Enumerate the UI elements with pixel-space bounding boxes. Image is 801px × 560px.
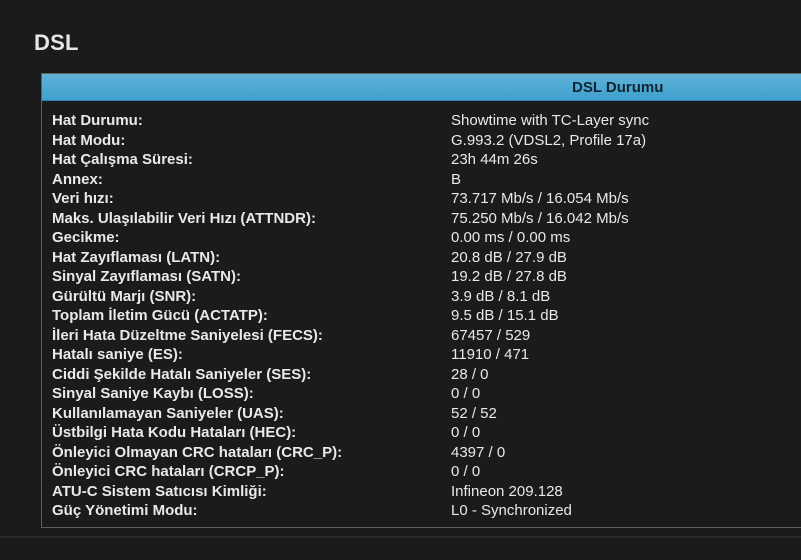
status-row: Sinyal Saniye Kaybı (LOSS): 0 / 0: [52, 384, 792, 404]
status-row: Veri hızı: 73.717 Mb/s / 16.054 Mb/s: [52, 189, 792, 209]
status-value: 0.00 ms / 0.00 ms: [451, 229, 571, 246]
status-label: Üstbilgi Hata Kodu Hataları (HEC):: [52, 424, 297, 441]
status-row: Toplam İletim Gücü (ACTATP): 9.5 dB / 15…: [52, 306, 792, 326]
status-value: 20.8 dB / 27.9 dB: [451, 248, 567, 266]
status-label: Önleyici CRC hataları (CRCP_P):: [52, 463, 285, 480]
status-value: 11910 / 471: [451, 346, 530, 363]
status-label: Önleyici Olmayan CRC hataları (CRC_P):: [52, 443, 343, 461]
status-row: Üstbilgi Hata Kodu Hataları (HEC): 0 / 0: [52, 423, 792, 443]
panel-header-title: DSL Durumu: [572, 79, 664, 96]
status-value: 0 / 0: [451, 463, 481, 480]
status-row: Hat Durumu: Showtime with TC-Layer sync: [52, 111, 792, 131]
status-value: B: [451, 170, 462, 188]
status-value: 52 / 52: [451, 404, 497, 422]
status-row: ATU-C Sistem Satıcısı Kimliği: Infineon …: [52, 482, 792, 502]
status-label: Kullanılamayan Saniyeler (UAS):: [52, 404, 284, 422]
status-label: Toplam İletim Gücü (ACTATP):: [52, 307, 268, 324]
status-row: Kullanılamayan Saniyeler (UAS): 52 / 52: [52, 404, 792, 424]
status-row: Maks. Ulaşılabilir Veri Hızı (ATTNDR): 7…: [52, 209, 792, 229]
status-row: Hat Zayıflaması (LATN): 20.8 dB / 27.9 d…: [52, 248, 792, 268]
status-label: Güç Yönetimi Modu:: [52, 502, 198, 519]
panel-header: DSL Durumu: [42, 74, 801, 101]
status-rows: Hat Durumu: Showtime with TC-Layer sync …: [52, 111, 792, 521]
status-label: Ciddi Şekilde Hatalı Saniyeler (SES):: [52, 365, 312, 383]
status-label: Gürültü Marjı (SNR):: [52, 287, 197, 305]
status-value: 67457 / 529: [451, 326, 531, 344]
status-value: 0 / 0: [451, 424, 481, 441]
status-value: L0 - Synchronized: [451, 502, 572, 519]
dsl-status-panel: DSL Durumu Hat Durumu: Showtime with TC-…: [41, 73, 801, 528]
status-row: Ciddi Şekilde Hatalı Saniyeler (SES): 28…: [52, 365, 792, 385]
status-value: 0 / 0: [451, 385, 481, 402]
status-label: Maks. Ulaşılabilir Veri Hızı (ATTNDR):: [52, 209, 316, 227]
status-row: Önleyici CRC hataları (CRCP_P): 0 / 0: [52, 462, 792, 482]
status-value: Showtime with TC-Layer sync: [451, 112, 650, 129]
status-value: G.993.2 (VDSL2, Profile 17a): [451, 131, 647, 149]
status-label: Hat Durumu:: [52, 112, 143, 129]
status-label: Hat Zayıflaması (LATN):: [52, 248, 221, 266]
status-row: İleri Hata Düzeltme Saniyelesi (FECS): 6…: [52, 326, 792, 346]
status-value: 19.2 dB / 27.8 dB: [451, 268, 567, 285]
status-row: Güç Yönetimi Modu: L0 - Synchronized: [52, 501, 792, 521]
status-label: Gecikme:: [52, 229, 120, 246]
status-row: Hat Çalışma Süresi: 23h 44m 26s: [52, 150, 792, 170]
status-label: Hat Çalışma Süresi:: [52, 151, 193, 168]
status-value: 4397 / 0: [451, 443, 506, 461]
status-label: Annex:: [52, 170, 103, 188]
status-label: Sinyal Zayıflaması (SATN):: [52, 268, 241, 285]
status-value: 9.5 dB / 15.1 dB: [451, 307, 559, 324]
status-value: 75.250 Mb/s / 16.042 Mb/s: [451, 209, 629, 227]
footer-divider: [0, 536, 801, 538]
status-value: Infineon 209.128: [451, 482, 563, 500]
status-label: İleri Hata Düzeltme Saniyelesi (FECS):: [52, 326, 323, 344]
status-value: 28 / 0: [451, 365, 489, 383]
status-row: Gecikme: 0.00 ms / 0.00 ms: [52, 228, 792, 248]
status-label: Hatalı saniye (ES):: [52, 346, 183, 363]
status-row: Annex: B: [52, 170, 792, 190]
status-label: ATU-C Sistem Satıcısı Kimliği:: [52, 482, 267, 500]
status-row: Sinyal Zayıflaması (SATN): 19.2 dB / 27.…: [52, 267, 792, 287]
status-row: Önleyici Olmayan CRC hataları (CRC_P): 4…: [52, 443, 792, 463]
status-row: Hatalı saniye (ES): 11910 / 471: [52, 345, 792, 365]
status-label: Sinyal Saniye Kaybı (LOSS):: [52, 385, 254, 402]
status-label: Veri hızı:: [52, 190, 114, 207]
page-title: DSL: [34, 30, 79, 55]
status-label: Hat Modu:: [52, 131, 126, 149]
status-value: 23h 44m 26s: [451, 151, 538, 168]
status-row: Hat Modu: G.993.2 (VDSL2, Profile 17a): [52, 131, 792, 151]
status-value: 73.717 Mb/s / 16.054 Mb/s: [451, 190, 629, 207]
status-row: Gürültü Marjı (SNR): 3.9 dB / 8.1 dB: [52, 287, 792, 307]
status-value: 3.9 dB / 8.1 dB: [451, 287, 551, 305]
dsl-page: DSL DSL Durumu Hat Durumu: Showtime with…: [0, 0, 801, 560]
